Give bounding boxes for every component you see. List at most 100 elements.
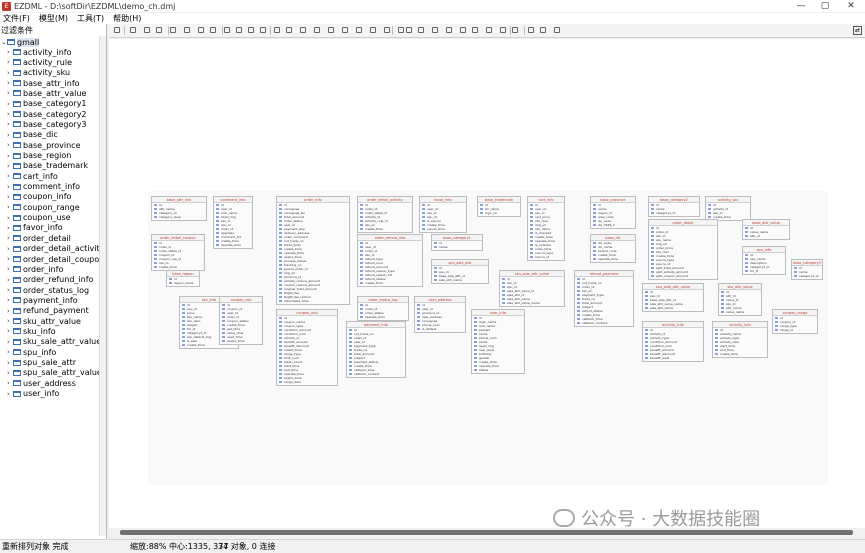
entity-box[interactable]: activity_info id activity_name activity_typ… [712, 321, 768, 358]
entity-box[interactable]: coupon_use id coupon_id user_id order_id coup… [219, 296, 263, 345]
toolbar-button-icon[interactable] [224, 27, 230, 33]
toolbar-button-icon[interactable] [342, 27, 348, 33]
toolbar-button-icon[interactable] [114, 27, 120, 33]
toolbar-button-icon[interactable] [328, 27, 334, 33]
entity-box[interactable]: spu_info id spu_name description category3_i… [742, 246, 786, 275]
tree-item[interactable]: › activity_rule [7, 57, 72, 67]
entity-box[interactable]: sku_sale_attr_value id sku_id spu_id sale_at… [499, 270, 565, 307]
toolbar-button-icon[interactable] [528, 27, 534, 33]
toolbar-button-icon[interactable] [432, 27, 438, 33]
tree-item[interactable]: › base_dic [7, 130, 58, 140]
entity-box[interactable]: coupon_info id coupon_name coupon_type condi… [276, 309, 338, 386]
tree-item[interactable]: › coupon_range [7, 202, 80, 212]
toolbar-button-icon[interactable] [260, 27, 266, 33]
expand-icon[interactable]: › [7, 162, 12, 170]
expand-icon[interactable]: › [7, 286, 12, 294]
toolbar-button-icon[interactable] [300, 27, 306, 33]
tree-item[interactable]: › user_info [7, 389, 59, 399]
expand-icon[interactable]: › [7, 100, 12, 108]
expand-icon[interactable]: › [7, 359, 12, 367]
tree-item[interactable]: › comment_info [7, 182, 80, 192]
expand-icon[interactable]: › [7, 369, 12, 377]
entity-box[interactable]: refund_payment id out_trade_no order_id sku_… [574, 270, 634, 327]
entity-box[interactable]: order_info id consignee consignee_tel total_… [276, 196, 350, 305]
toolbar-button-icon[interactable] [500, 27, 506, 33]
entity-box[interactable]: order_detail_activity id order_id order_det… [357, 196, 413, 233]
entity-box[interactable]: user_address id user_id province_id user_add… [414, 296, 466, 333]
entity-box[interactable]: order_status_log id order_id order_status op… [357, 296, 409, 321]
tree-item[interactable]: › refund_payment [7, 306, 89, 316]
entity-box[interactable]: favor_info id user_id sku_id spu_id is_cancel… [419, 196, 467, 233]
entity-box[interactable]: payment_info id out_trade_no order_id user_i… [346, 321, 406, 378]
diagram-canvas[interactable]: base_attr_info id attr_name category_id cate… [109, 39, 865, 528]
entity-box[interactable]: base_dic dic_code dic_name parent_code creat… [590, 234, 636, 263]
menu-help[interactable]: 帮助(H) [113, 13, 141, 24]
entity-box[interactable]: base_attr_value id value_name attr_id [742, 219, 790, 240]
minimize-button[interactable]: — [790, 0, 812, 12]
toolbar-options-icon[interactable]: ⇄ [853, 26, 862, 35]
toolbar-button-icon[interactable] [406, 27, 412, 33]
tree-item[interactable]: › base_region [7, 151, 71, 161]
expand-icon[interactable]: › [7, 390, 12, 398]
toolbar-button-icon[interactable] [314, 27, 320, 33]
entity-box[interactable]: base_attr_info id attr_name category_id cate… [151, 196, 207, 221]
entity-box[interactable]: order_detail_coupon id order_id order_detai… [151, 234, 205, 271]
tree-item[interactable]: › coupon_use [7, 213, 71, 223]
tree-scrollbar[interactable] [99, 36, 106, 536]
tree-item[interactable]: › favor_info [7, 223, 63, 233]
expand-icon[interactable]: › [7, 307, 12, 315]
toolbar-button-icon[interactable] [170, 27, 176, 33]
entity-box[interactable]: base_category2 id name category1_id [648, 196, 700, 217]
expand-icon[interactable]: › [7, 141, 12, 149]
expand-icon[interactable]: › [7, 110, 12, 118]
filter-label[interactable]: 过滤条件 [1, 26, 33, 35]
entity-box[interactable]: cart_info id user_id sku_id cart_price sku_nu… [527, 196, 565, 261]
expand-icon[interactable]: › [7, 348, 12, 356]
expand-icon[interactable]: › [7, 234, 12, 242]
toolbar-button-icon[interactable] [184, 27, 190, 33]
toolbar-button-icon[interactable] [554, 27, 560, 33]
expand-icon[interactable]: › [7, 379, 12, 387]
entity-box[interactable]: activity_sku id activity_id sku_id create_ti… [705, 196, 751, 221]
entity-box[interactable]: base_province id name region_id area_code iso… [590, 196, 636, 229]
entity-box[interactable]: base_category1 id name [431, 234, 483, 251]
tree-item[interactable]: › order_status_log [7, 285, 89, 295]
expand-icon[interactable]: › [7, 79, 12, 87]
entity-box[interactable]: coupon_range id coupon_id range_type range_i… [772, 309, 818, 334]
tree-item[interactable]: › base_trademark [7, 161, 88, 171]
tree-item[interactable]: › order_detail [7, 233, 71, 243]
toolbar-button-icon[interactable] [486, 27, 492, 33]
expand-icon[interactable]: › [7, 224, 12, 232]
toolbar-button-icon[interactable] [398, 27, 404, 33]
expand-icon[interactable]: › [7, 131, 12, 139]
expand-icon[interactable]: › [7, 172, 12, 180]
tree-item[interactable]: › order_refund_info [7, 275, 93, 285]
tree-item[interactable]: › sku_sale_attr_value [7, 337, 101, 347]
toolbar-button-icon[interactable] [156, 27, 162, 33]
tree-item[interactable]: › cart_info [7, 171, 58, 181]
close-button[interactable]: ✕ [840, 0, 862, 12]
toolbar-button-icon[interactable] [130, 27, 136, 33]
entity-box[interactable]: user_info id login_name nick_name passwd name… [471, 309, 525, 374]
tree-item[interactable]: › user_address [7, 378, 76, 388]
toolbar-button-icon[interactable] [198, 27, 204, 33]
tree-item[interactable]: › payment_info [7, 295, 78, 305]
toolbar-button-icon[interactable] [248, 27, 254, 33]
toolbar-button-icon[interactable] [418, 27, 424, 33]
expand-icon[interactable]: › [7, 69, 12, 77]
expand-icon[interactable]: › [7, 255, 12, 263]
expand-icon[interactable]: › [7, 58, 12, 66]
toolbar-button-icon[interactable] [210, 27, 216, 33]
expand-icon[interactable]: › [7, 48, 12, 56]
expand-icon[interactable]: › [7, 152, 12, 160]
collapse-icon[interactable]: ⌄ [1, 38, 7, 46]
entity-box[interactable]: base_trademark id tm_name logo_url [477, 196, 521, 217]
expand-icon[interactable]: › [7, 327, 12, 335]
tree-item[interactable]: › base_attr_value [7, 88, 86, 98]
toolbar-button-icon[interactable] [144, 27, 150, 33]
tree-item[interactable]: › coupon_info [7, 192, 71, 202]
entity-box[interactable]: activity_rule id activity_id activity_type c… [642, 321, 704, 362]
menu-tools[interactable]: 工具(T) [77, 13, 104, 24]
expand-icon[interactable]: › [7, 193, 12, 201]
toolbar-button-icon[interactable] [460, 27, 466, 33]
